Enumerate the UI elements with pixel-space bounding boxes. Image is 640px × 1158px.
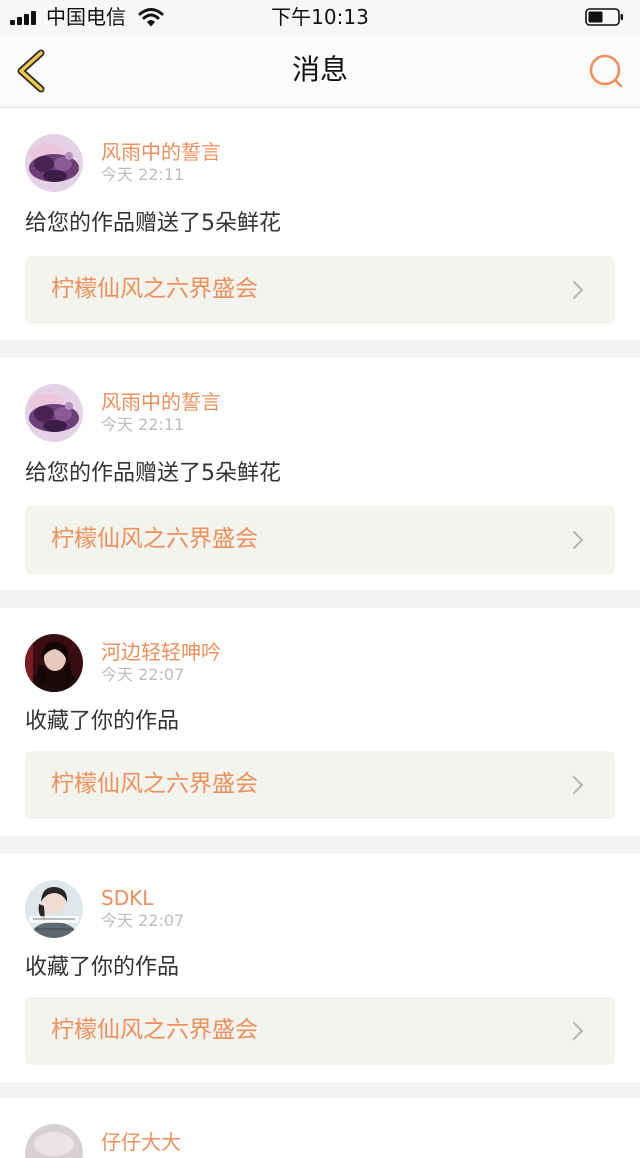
nav-bar: 消息 [0, 34, 640, 108]
timestamp: 今天 22:11 [101, 415, 185, 434]
timestamp: 今天 22:07 [101, 665, 185, 684]
work-link[interactable]: 柠檬仙风之六界盛会 [25, 506, 615, 574]
status-bar: 中国电信 下午10:13 [0, 0, 640, 34]
page-title: 消息 [291, 53, 348, 86]
search-icon[interactable] [586, 52, 626, 92]
chevron-right-icon [572, 1021, 584, 1041]
message-card: 风雨中的誓言 今天 22:11 给您的作品赠送了5朵鲜花 柠檬仙风之六界盛会 [0, 108, 640, 340]
work-link[interactable]: 柠檬仙风之六界盛会 [25, 997, 615, 1065]
avatar-image [25, 880, 83, 938]
battery-icon [585, 8, 623, 26]
work-title: 柠檬仙风之六界盛会 [51, 771, 258, 797]
message-text: 收藏了你的作品 [25, 709, 180, 734]
work-link[interactable]: 柠檬仙风之六界盛会 [25, 751, 615, 819]
timestamp: 今天 22:11 [101, 165, 185, 184]
message-text: 给您的作品赠送了5朵鲜花 [25, 211, 281, 236]
avatar[interactable] [25, 1124, 83, 1158]
work-link[interactable]: 柠檬仙风之六界盛会 [25, 256, 615, 324]
message-card: 河边轻轻呻吟 今天 22:07 收藏了你的作品 柠檬仙风之六界盛会 [0, 608, 640, 836]
avatar-image [25, 384, 83, 442]
timestamp: 今天 22:07 [101, 911, 185, 930]
work-title: 柠檬仙风之六界盛会 [51, 526, 258, 552]
avatar[interactable] [25, 384, 83, 442]
username[interactable]: 风雨中的誓言 [101, 389, 221, 415]
message-card: 仔仔大大 [0, 1098, 640, 1158]
chevron-right-icon [572, 280, 584, 300]
avatar[interactable] [25, 880, 83, 938]
avatar[interactable] [25, 134, 83, 192]
message-card: 风雨中的誓言 今天 22:11 给您的作品赠送了5朵鲜花 柠檬仙风之六界盛会 [0, 358, 640, 590]
work-title: 柠檬仙风之六界盛会 [51, 1017, 258, 1043]
chevron-right-icon [572, 775, 584, 795]
message-card: SDKL 今天 22:07 收藏了你的作品 柠檬仙风之六界盛会 [0, 854, 640, 1082]
message-text: 收藏了你的作品 [25, 955, 180, 980]
message-text: 给您的作品赠送了5朵鲜花 [25, 461, 281, 486]
username[interactable]: 风雨中的誓言 [101, 139, 221, 165]
avatar[interactable] [25, 634, 83, 692]
avatar-image [25, 134, 83, 192]
avatar-image [25, 634, 83, 692]
username[interactable]: 河边轻轻呻吟 [101, 639, 221, 665]
work-title: 柠檬仙风之六界盛会 [51, 276, 258, 302]
username[interactable]: SDKL [101, 885, 153, 911]
username[interactable]: 仔仔大大 [101, 1129, 181, 1155]
chevron-right-icon [572, 530, 584, 550]
status-time: 下午10:13 [271, 5, 369, 29]
avatar-image [25, 1124, 83, 1158]
